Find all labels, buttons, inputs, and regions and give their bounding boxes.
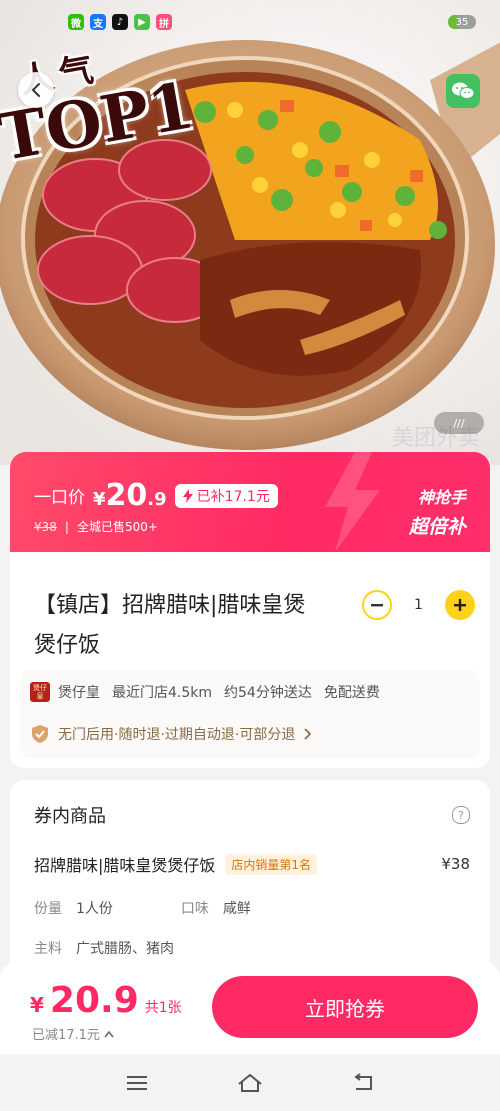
menu-icon <box>126 1075 147 1090</box>
separator: | <box>64 519 69 534</box>
deal-price: ¥20.9 <box>93 478 167 513</box>
buy-now-button[interactable]: 立即抢券 <box>212 976 478 1038</box>
back-nav-button[interactable] <box>349 1069 377 1097</box>
quantity-value: 1 <box>414 597 423 613</box>
iqiyi-app-icon: ▶ <box>134 14 150 30</box>
back-arrow-icon <box>354 1072 373 1090</box>
battery-text: 35 <box>455 16 469 28</box>
total-currency: ¥ <box>30 993 44 1017</box>
notification-icons: 微支 ♪ ▶ 拼 <box>68 14 172 30</box>
sold-count: 全城已售500+ <box>76 520 158 534</box>
guarantee-text: 无门后用·随时退·过期自动退·可部分退 <box>58 727 296 743</box>
product-title: 【镇店】招牌腊味|腊味皇煲煲仔饭 <box>34 593 306 658</box>
portion-label: 份量 <box>34 901 62 917</box>
price-integer: 20 <box>105 478 148 513</box>
douyin-app-icon: ♪ <box>112 14 128 30</box>
goods-item-price: ¥38 <box>441 855 470 873</box>
store-row[interactable]: 煲仔皇 煲仔皇 最近门店4.5km 约54分钟送达 免配送费 <box>30 682 380 702</box>
lightning-icon <box>325 452 380 552</box>
nearest-store: 最近门店4.5km <box>112 685 213 701</box>
sales-rank-badge: 店内销量第1名 <box>225 853 318 875</box>
flavor-label: 口味 <box>180 901 209 917</box>
saved-text: 已减17.1元 <box>32 1028 100 1043</box>
original-price: ¥38 <box>34 519 57 534</box>
saved-amount[interactable]: 已减17.1元 <box>32 1024 114 1043</box>
plus-icon <box>453 599 466 611</box>
purchase-bar: ¥ 20.9 共1张 已减17.1元 立即抢券 <box>0 962 500 1054</box>
spec-row: 份量 1人份 口味 咸鲜 <box>34 898 251 918</box>
image-counter: /// <box>434 412 484 434</box>
wechat-app-icon: 微 <box>68 14 84 30</box>
product-hero-image[interactable]: 人气 TOP1 美团外卖 /// <box>0 0 500 465</box>
bolt-icon <box>182 488 193 503</box>
price-main: 一口价 ¥20.9 已补17.1元 <box>34 478 278 513</box>
goods-item-row: 招牌腊味|腊味皇煲煲仔饭 店内销量第1名 ¥38 <box>34 852 470 876</box>
product-info-card: 【镇店】招牌腊味|腊味皇煲煲仔饭 1 煲仔皇 煲仔皇 最近门店4.5km 约54… <box>10 552 490 768</box>
home-icon <box>238 1073 262 1092</box>
voucher-count: 共1张 <box>144 1000 182 1016</box>
home-button[interactable] <box>236 1069 264 1097</box>
goods-item-name: 招牌腊味|腊味皇煲煲仔饭 <box>34 856 216 875</box>
back-button[interactable] <box>18 72 54 108</box>
battery-icon: 35 <box>448 15 476 29</box>
store-info: 煲仔皇 最近门店4.5km 约54分钟送达 免配送费 <box>58 682 380 702</box>
wechat-icon <box>452 82 475 99</box>
price-banner: 一口价 ¥20.9 已补17.1元 ¥38 | 全城已售500+ 神抢手 超倍补 <box>10 452 490 552</box>
status-bar: 微支 ♪ ▶ 拼 35 <box>0 0 500 44</box>
chevron-up-icon <box>104 1030 114 1037</box>
price-sub-row: ¥38 | 全城已售500+ <box>34 518 158 535</box>
help-icon[interactable]: ? <box>452 806 470 824</box>
subsidy-text: 已补17.1元 <box>196 488 270 505</box>
chevron-left-icon <box>31 83 40 97</box>
subsidy-badge: 已补17.1元 <box>174 483 278 508</box>
pinduoduo-app-icon: 拼 <box>156 14 172 30</box>
quantity-stepper: 1 <box>362 590 475 620</box>
delivery-time: 约54分钟送达 <box>224 685 312 701</box>
total-price: ¥ 20.9 共1张 <box>30 980 182 1021</box>
currency-symbol: ¥ <box>93 489 106 510</box>
section-title: 券内商品 <box>34 806 106 827</box>
promo-line2: 超倍补 <box>408 516 466 538</box>
main-ingredient-label: 主料 <box>34 941 62 957</box>
wechat-share-button[interactable] <box>446 74 480 108</box>
fixed-price-label: 一口价 <box>34 488 85 508</box>
voucher-goods-card: 券内商品 ? 招牌腊味|腊味皇煲煲仔饭 店内销量第1名 ¥38 份量 1人份 口… <box>10 780 490 980</box>
ingredient-row: 主料 广式腊肠、猪肉 <box>34 938 174 958</box>
increase-button[interactable] <box>444 590 475 620</box>
chevron-right-icon <box>304 728 312 740</box>
minus-icon <box>371 604 383 607</box>
promo-tag: 神抢手 超倍补 <box>409 484 466 539</box>
system-nav-bar <box>0 1054 500 1111</box>
total-price-value: 20.9 <box>49 980 139 1021</box>
delivery-fee: 免配送费 <box>323 685 380 701</box>
shield-check-icon <box>32 725 48 743</box>
decrease-button[interactable] <box>362 590 392 620</box>
store-logo: 煲仔皇 <box>30 682 50 702</box>
guarantee-row[interactable]: 无门后用·随时退·过期自动退·可部分退 <box>30 724 312 744</box>
price-decimal: .9 <box>147 489 167 510</box>
flavor-value: 咸鲜 <box>222 901 251 917</box>
main-ingredient-value: 广式腊肠、猪肉 <box>76 941 174 957</box>
portion-value: 1人份 <box>76 901 113 917</box>
store-name: 煲仔皇 <box>58 685 100 701</box>
menu-button[interactable] <box>123 1069 151 1097</box>
promo-line1: 神抢手 <box>417 488 466 507</box>
battery-indicator: 35 <box>448 15 476 29</box>
alipay-app-icon: 支 <box>90 14 106 30</box>
